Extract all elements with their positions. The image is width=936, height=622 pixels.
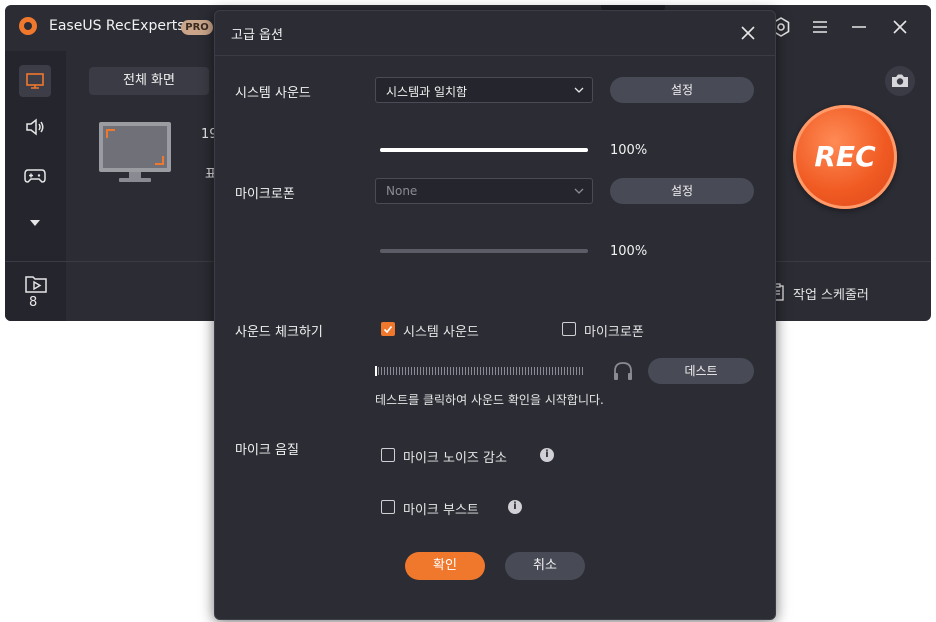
test-button[interactable]: 데스트: [648, 358, 754, 384]
microphone-select[interactable]: None: [375, 178, 593, 204]
microphone-label: 마이크로폰: [235, 187, 295, 202]
close-icon[interactable]: [738, 23, 758, 43]
left-nav: 8: [5, 51, 66, 321]
speaker-icon[interactable]: [24, 116, 46, 138]
chevron-down-icon: [574, 87, 584, 93]
microphone-volume-value: 100%: [610, 244, 648, 259]
dialog-title: 고급 옵션: [231, 28, 283, 43]
screen-preview-icon: [99, 122, 171, 182]
menu-icon[interactable]: [809, 16, 831, 38]
rec-label: REC: [814, 140, 876, 173]
microphone-volume-slider[interactable]: [380, 249, 588, 253]
microphone-checkbox[interactable]: [562, 322, 576, 336]
sound-level-meter: [375, 367, 583, 375]
chevron-down-icon[interactable]: [28, 218, 42, 228]
noise-reduction-checkbox[interactable]: [381, 448, 395, 462]
files-count[interactable]: 8: [29, 295, 37, 310]
tab-fullscreen[interactable]: 전체 화면: [89, 67, 209, 95]
minimize-icon[interactable]: [848, 16, 870, 38]
mic-boost-checkbox[interactable]: [381, 500, 395, 514]
pro-badge: PRO: [181, 20, 213, 35]
headphones-icon: [614, 362, 632, 380]
sound-check-hint: 테스트를 클릭하여 사운드 확인을 시작합니다.: [375, 393, 604, 407]
rec-button[interactable]: REC: [793, 105, 897, 209]
camera-icon: [892, 74, 908, 87]
screenshot-button[interactable]: [885, 66, 915, 96]
system-sound-volume-slider[interactable]: [380, 148, 588, 152]
nav-divider: [5, 261, 66, 262]
system-sound-volume-value: 100%: [610, 143, 648, 158]
info-icon[interactable]: i: [540, 448, 554, 462]
system-sound-select[interactable]: 시스템과 일치함: [375, 77, 593, 103]
system-sound-select-value: 시스템과 일치함: [386, 85, 468, 99]
confirm-button[interactable]: 확인: [405, 552, 485, 580]
close-icon[interactable]: [889, 16, 911, 38]
system-sound-volume-fill: [380, 148, 588, 152]
microphone-volume-fill: [380, 249, 588, 253]
system-sound-checkbox-label[interactable]: 시스템 사운드: [403, 321, 479, 340]
microphone-settings-button[interactable]: 설정: [610, 178, 754, 204]
sound-level-marker: [375, 366, 377, 376]
folder-video-icon[interactable]: [24, 274, 48, 294]
cancel-button[interactable]: 취소: [505, 552, 585, 580]
chevron-down-icon: [574, 188, 584, 194]
monitor-icon: [26, 73, 44, 89]
dialog-title-bar: 고급 옵션: [215, 11, 775, 56]
microphone-select-value: None: [386, 184, 418, 198]
microphone-checkbox-label[interactable]: 마이크로폰: [584, 321, 644, 340]
sound-check-label: 사운드 체크하기: [235, 325, 323, 340]
system-sound-checkbox[interactable]: [381, 322, 395, 336]
gamepad-icon[interactable]: [23, 164, 47, 186]
app-logo-icon: [19, 17, 37, 35]
advanced-options-dialog: 고급 옵션 시스템 사운드 시스템과 일치함 설정 100% 마이크로폰 Non…: [214, 10, 776, 620]
task-scheduler-link[interactable]: 작업 스케줄러: [793, 284, 869, 303]
noise-reduction-label[interactable]: 마이크 노이즈 감소: [403, 447, 507, 466]
nav-screen-button[interactable]: [19, 65, 51, 97]
mic-boost-label[interactable]: 마이크 부스트: [403, 499, 479, 518]
system-sound-label: 시스템 사운드: [235, 86, 311, 101]
checkmark-icon: [383, 325, 393, 334]
info-icon[interactable]: i: [508, 500, 522, 514]
app-title: EaseUS RecExperts: [49, 18, 185, 34]
system-sound-settings-button[interactable]: 설정: [610, 77, 754, 103]
mic-quality-label: 마이크 음질: [235, 443, 299, 458]
